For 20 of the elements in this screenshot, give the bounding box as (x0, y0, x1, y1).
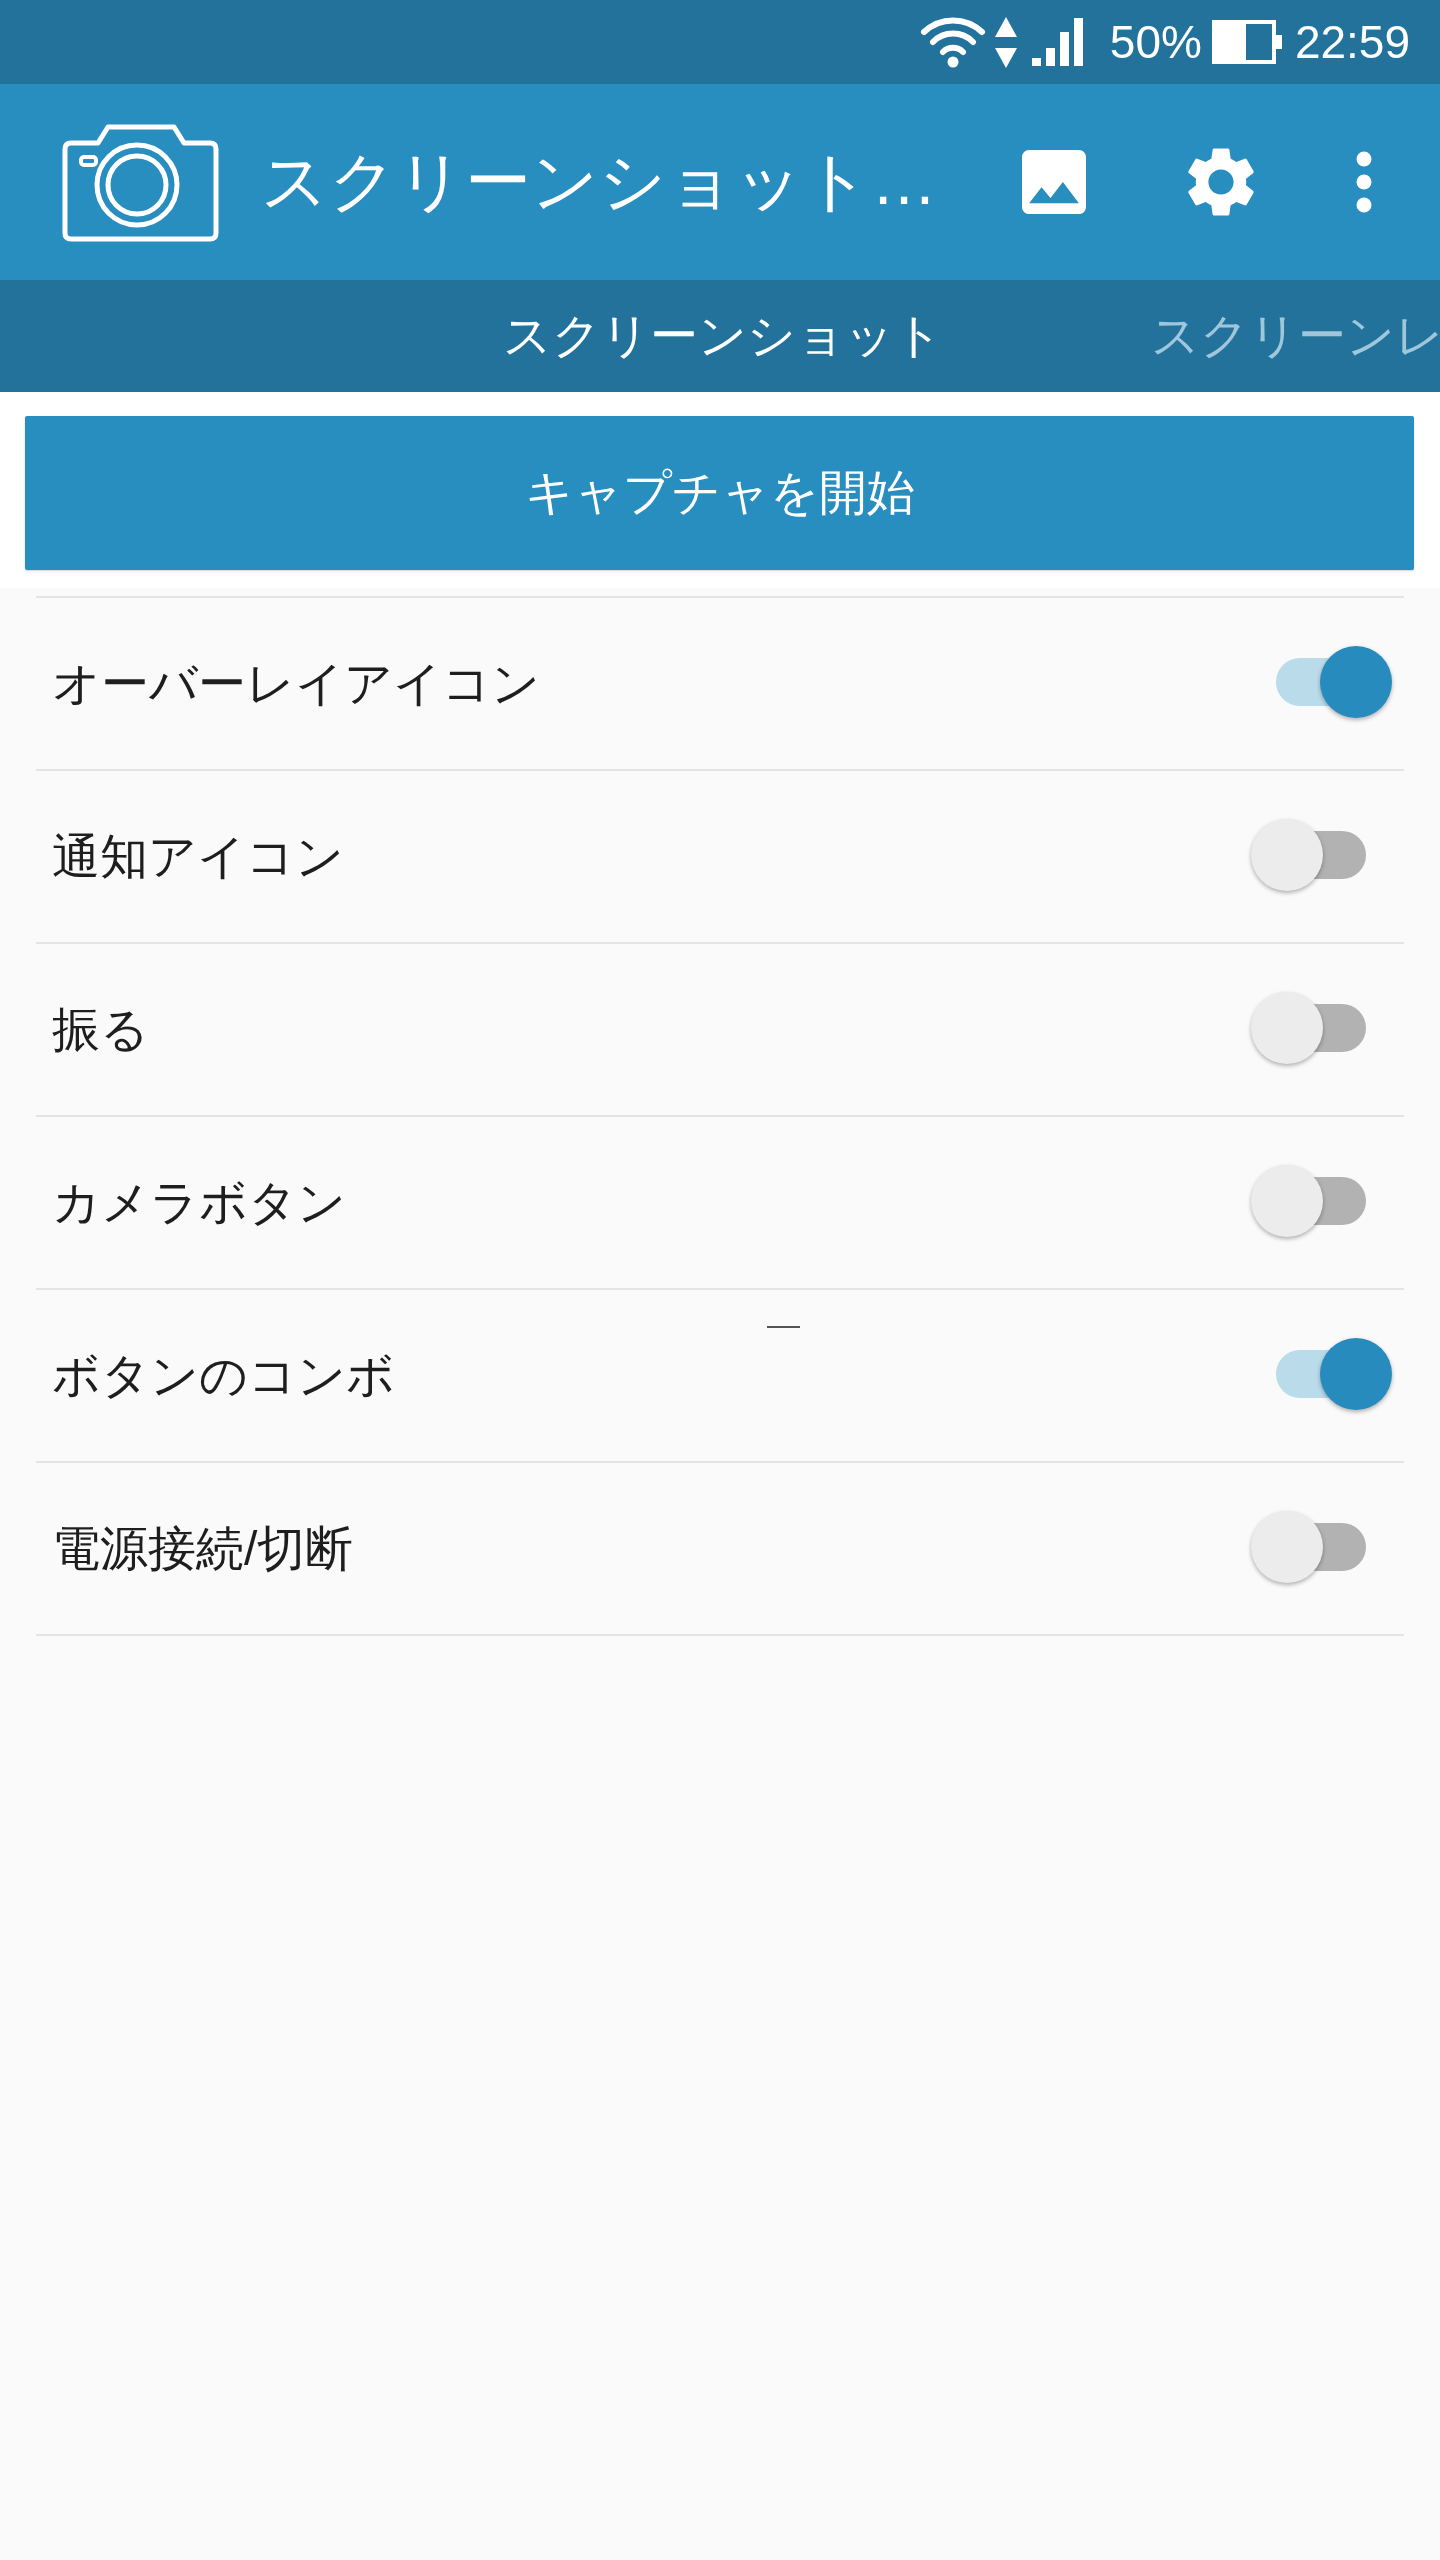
camera-icon (62, 122, 219, 242)
tab[interactable]: スクリーンレ (1151, 307, 1440, 365)
battery-percent: 50% (1109, 19, 1202, 65)
app-title: スクリーンショット… (261, 143, 937, 221)
settings-icon[interactable] (1188, 147, 1254, 217)
signal-icon (1031, 18, 1084, 66)
data-arrows-icon (994, 16, 1017, 68)
image-icon[interactable] (1022, 150, 1086, 214)
setting-label: カメラボタン (52, 1174, 346, 1231)
setting-label: 電源接続/切断 (52, 1520, 354, 1577)
setting-label: 通知アイコン (52, 828, 344, 885)
clock-time: 22:59 (1294, 19, 1410, 65)
setting-label: オーバーレイアイコン (52, 655, 540, 712)
tab[interactable]: スクリーンショット (503, 307, 943, 365)
setting-label: 振る (52, 1001, 149, 1058)
setting-label: ボタンのコンボ (52, 1347, 395, 1404)
start-capture-button[interactable]: キャプチャを開始 (25, 416, 1414, 570)
battery-icon (1211, 20, 1282, 64)
overflow-menu-icon[interactable] (1356, 151, 1372, 213)
wifi-icon (919, 15, 986, 69)
